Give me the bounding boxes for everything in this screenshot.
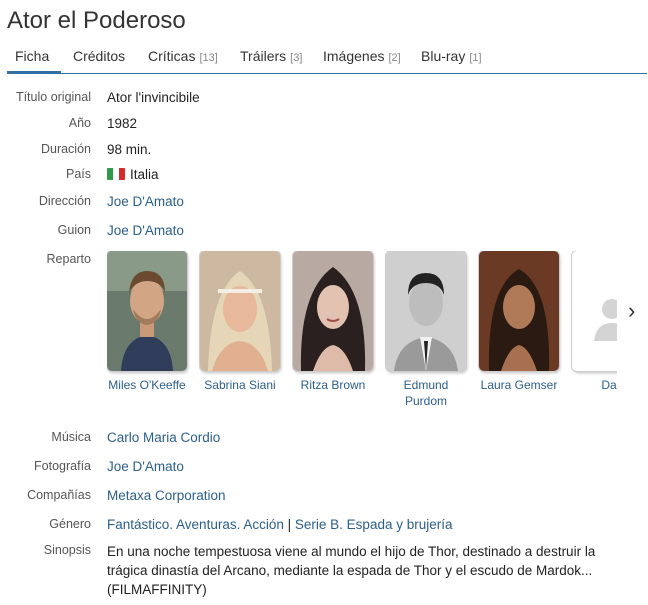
company-link[interactable]: Metaxa Corporation — [107, 488, 226, 503]
topic-link[interactable]: Serie B. Espada y brujería — [295, 517, 453, 532]
tab-label: Imágenes — [323, 48, 385, 64]
tab-label: Críticas — [148, 48, 196, 64]
synopsis-text: En una noche tempestuosa viene al mundo … — [107, 544, 596, 597]
tab-count: [3] — [290, 52, 303, 64]
field-label: País — [65, 167, 91, 181]
tab-label: Tráilers — [240, 48, 287, 64]
field-label: Reparto — [46, 252, 91, 266]
tab-bluray[interactable]: Blu-ray [1] — [421, 48, 482, 64]
cast-member[interactable]: Dak — [572, 251, 617, 393]
actor-name-link[interactable]: Laura Gemser — [479, 377, 559, 393]
country-name: Italia — [130, 167, 159, 182]
chevron-right-icon[interactable]: › — [628, 298, 635, 324]
director-link[interactable]: Joe D'Amato — [107, 194, 184, 209]
field-label: Guion — [57, 223, 91, 237]
tab-count: [13] — [199, 52, 218, 64]
cast-member[interactable]: Miles O'Keeffe — [107, 251, 187, 393]
field-label: Duración — [40, 142, 91, 156]
tab-label: Blu-ray — [421, 48, 466, 64]
italy-flag-icon — [107, 168, 125, 180]
field-label: Fotografía — [34, 459, 91, 473]
tab-bar: Ficha Créditos Críticas [13] Tráilers [3] … — [7, 44, 647, 74]
actor-photo[interactable] — [107, 251, 187, 371]
actor-name-link[interactable]: Sabrina Siani — [200, 377, 280, 393]
original-title-value: Ator l'invincibile — [107, 90, 200, 105]
tab-label: Créditos — [73, 48, 126, 64]
field-label: Dirección — [38, 194, 91, 208]
field-label: Compañías — [27, 488, 91, 502]
tab-ficha[interactable]: Ficha — [15, 48, 49, 64]
tab-criticas[interactable]: Críticas [13] — [148, 48, 218, 64]
genre-link[interactable]: Fantástico. Aventuras. Acción — [107, 517, 284, 532]
actor-photo[interactable] — [200, 251, 280, 371]
active-tab-indicator — [7, 71, 61, 74]
actor-name-link[interactable]: Edmund Purdom — [386, 377, 466, 409]
cast-carousel: Miles O'Keeffe Sabrina Siani Ritza Brown — [107, 251, 617, 411]
actor-photo[interactable] — [293, 251, 373, 371]
field-label: Género — [49, 517, 91, 531]
screenwriter-link[interactable]: Joe D'Amato — [107, 223, 184, 238]
field-label: Sinopsis — [43, 543, 91, 557]
tab-count: [2] — [388, 52, 401, 64]
cast-member[interactable]: Laura Gemser — [479, 251, 559, 393]
actor-photo-placeholder[interactable] — [572, 251, 617, 371]
tab-count: [1] — [469, 52, 482, 64]
field-label: Música — [51, 430, 91, 444]
actor-name-link[interactable]: Dak — [572, 377, 617, 393]
actor-photo[interactable] — [479, 251, 559, 371]
tab-creditos[interactable]: Créditos — [73, 48, 125, 64]
field-label: Año — [68, 116, 91, 130]
actor-name-link[interactable]: Miles O'Keeffe — [107, 377, 187, 393]
actor-photo[interactable] — [386, 251, 466, 371]
tab-label: Ficha — [15, 48, 50, 64]
field-label: Título original — [15, 90, 91, 104]
cinematographer-link[interactable]: Joe D'Amato — [107, 459, 184, 474]
actor-name-link[interactable]: Ritza Brown — [293, 377, 373, 393]
cast-member[interactable]: Edmund Purdom — [386, 251, 466, 409]
page-title: Ator el Poderoso — [7, 7, 186, 34]
cast-member[interactable]: Ritza Brown — [293, 251, 373, 393]
tab-trailers[interactable]: Tráilers [3] — [240, 48, 302, 64]
composer-link[interactable]: Carlo Maria Cordio — [107, 430, 220, 445]
cast-member[interactable]: Sabrina Siani — [200, 251, 280, 393]
year-value: 1982 — [107, 116, 138, 131]
duration-value: 98 min. — [107, 142, 152, 157]
country-value: Italia — [107, 167, 159, 182]
genre-value: Fantástico. Aventuras. Acción | Serie B.… — [107, 517, 453, 532]
genre-separator: | — [287, 517, 292, 532]
tab-imagenes[interactable]: Imágenes [2] — [323, 48, 401, 64]
